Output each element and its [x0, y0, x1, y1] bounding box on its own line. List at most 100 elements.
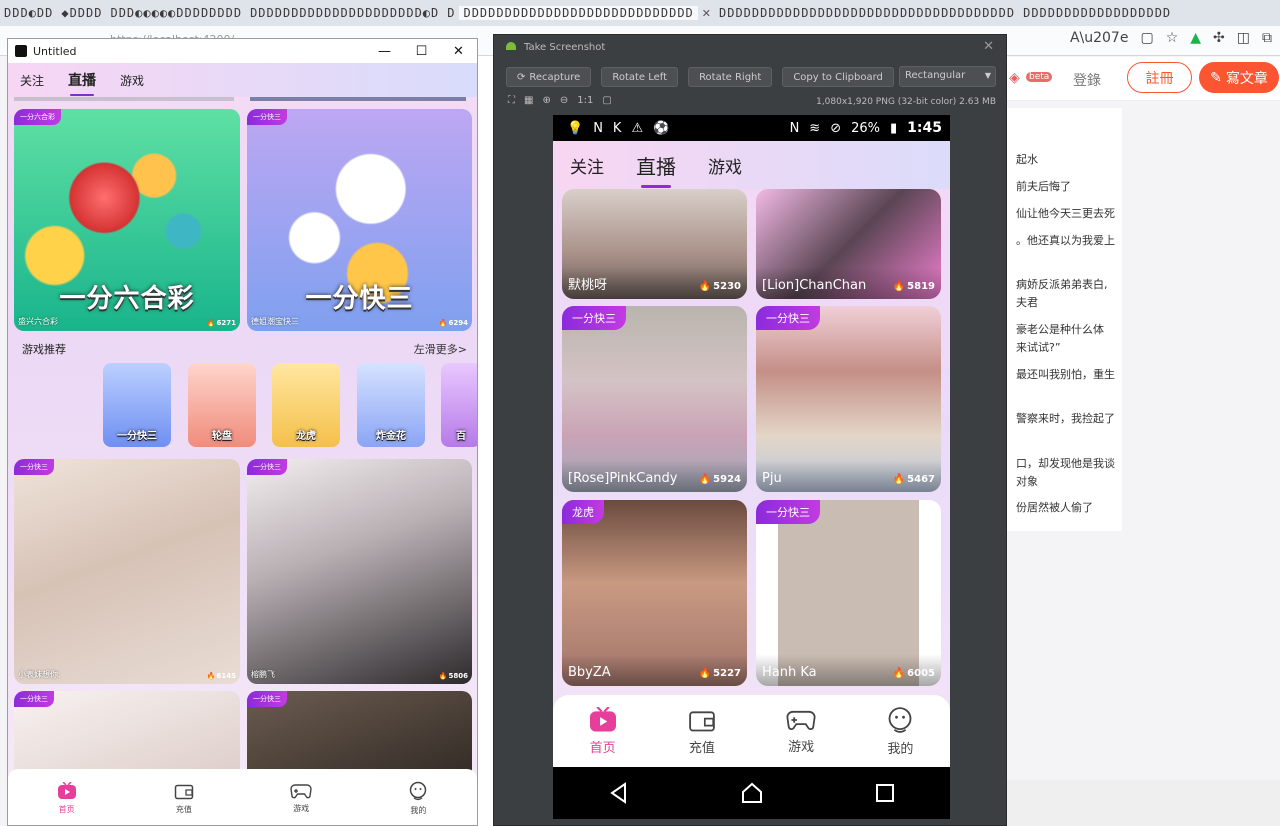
card-host-name: 盛兴六合彩 — [18, 317, 58, 326]
rotate-left-button[interactable]: Rotate Left — [601, 67, 679, 87]
ball-icon: ⚽ — [653, 120, 670, 136]
stream-card[interactable]: 一分快三 Hanh Ka 🔥 6005 — [756, 500, 941, 686]
stream-card[interactable]: [Lion]ChanChan 🔥 5819 — [756, 189, 941, 299]
article-item[interactable]: 夫君 — [1016, 294, 1038, 310]
card-badge: 一分快三 — [756, 306, 820, 330]
swipe-more-link[interactable]: 左滑更多> — [414, 341, 467, 357]
card-host-name: Pju — [762, 471, 782, 486]
card-host-name: 默桃呀 — [568, 278, 608, 293]
browser-tab[interactable]: DDDDDDDDDDDDDDDDDD — [1019, 6, 1175, 20]
article-item[interactable]: 份居然被人偷了 — [1016, 499, 1093, 515]
nav-recharge[interactable]: 充值 — [662, 707, 742, 756]
write-article-button[interactable]: ✎ 寫文章 — [1199, 62, 1279, 93]
card-badge: 一分快三 — [247, 459, 287, 475]
fire-icon: 🔥 — [698, 281, 712, 292]
article-item[interactable]: 口，却发现他是我谈 — [1016, 455, 1115, 471]
featured-card-lottery[interactable]: 一分六合彩 一分六合彩 盛兴六合彩 🔥6271 — [14, 109, 240, 331]
browser-tab[interactable]: DDDDDDDDDDDDDDDDDDDDDDDDDDDDDDDDDDDD — [715, 6, 1019, 20]
card-heat: 🔥 5230 — [698, 281, 741, 292]
bottom-nav: 首页 充值 游戏 我的 — [553, 695, 950, 767]
article-item[interactable]: 前夫后悔了 — [1016, 178, 1071, 194]
smile-user-icon — [888, 706, 912, 733]
article-item[interactable]: 警察来时，我捡起了 — [1016, 410, 1115, 426]
stream-card[interactable]: 一分快三 小表妹想你. 🔥6145 — [14, 459, 240, 684]
game-tile-kuaisan[interactable]: 一分快三 — [103, 363, 171, 447]
tab-close-icon[interactable]: ✕ — [702, 7, 711, 20]
nav-home[interactable]: 首页 — [37, 781, 97, 815]
collections-icon[interactable]: ⧉ — [1262, 30, 1272, 46]
actual-size-icon[interactable]: 1:1 — [577, 95, 593, 106]
rotate-right-button[interactable]: Rotate Right — [688, 67, 773, 87]
article-item[interactable]: 。他还真以为我爱上 — [1016, 232, 1115, 248]
untitled-window: Untitled — ☐ ✕ 关注 直播 游戏 一分六合彩 一分六合彩 盛兴六合… — [7, 38, 478, 826]
game-tile-baccarat[interactable]: 百 — [441, 363, 477, 447]
tv-icon — [57, 781, 76, 799]
close-button[interactable]: ✕ — [440, 44, 477, 59]
recents-icon[interactable] — [875, 783, 895, 803]
frame-select[interactable]: Rectangular ▼ — [899, 66, 996, 87]
stream-card[interactable]: 龙虎 BbyZA 🔥 5227 — [562, 500, 747, 686]
copy-to-clipboard-button[interactable]: Copy to Clipboard — [782, 67, 894, 87]
frame-icon[interactable]: ▢ — [602, 95, 611, 106]
close-button[interactable]: ✕ — [983, 39, 994, 54]
stream-card[interactable]: 一分快三 榕鹏飞 🔥5806 — [247, 459, 472, 684]
favorite-star-icon[interactable]: ☆ — [1166, 30, 1179, 46]
fire-icon: 🔥 — [892, 668, 906, 679]
fit-screen-icon[interactable]: ⛶ — [508, 95, 515, 106]
read-aloud-icon[interactable]: A\u207e — [1070, 30, 1129, 46]
featured-card-dice[interactable]: 一分快三 一分快三 德姐潮宝快三 🔥6294 — [247, 109, 472, 331]
game-tile-golden-flower[interactable]: 炸金花 — [357, 363, 425, 447]
take-screenshot-window: Take Screenshot ✕ ⟳ Recapture Rotate Left… — [493, 34, 1007, 826]
card-badge: 龙虎 — [562, 500, 604, 524]
article-item[interactable]: 豪老公是种什么体 — [1016, 321, 1104, 337]
browser-tab[interactable]: ◆DDDD — [57, 6, 106, 20]
back-icon[interactable] — [608, 782, 630, 804]
tab-live[interactable]: 直播 — [636, 151, 676, 188]
tab-games[interactable]: 游戏 — [708, 153, 742, 178]
browser-tab[interactable]: DDD◐◐◐◐◐DDDDDDDD — [106, 6, 246, 20]
extension-a-icon[interactable]: ▲ — [1190, 30, 1201, 46]
tab-games[interactable]: 游戏 — [120, 72, 144, 89]
stream-card[interactable]: 一分快三 [Rose]PinkCandy 🔥 5924 — [562, 306, 747, 492]
stream-card[interactable]: 默桃呀 🔥 5230 — [562, 189, 747, 299]
browser-tab[interactable]: DDDDDDDDDDDDDDDDDDDDD◐D — [246, 6, 443, 20]
reader-view-icon[interactable]: ▢ — [1140, 30, 1153, 46]
nav-games[interactable]: 游戏 — [271, 783, 331, 814]
article-item[interactable]: 起水 — [1016, 151, 1038, 167]
article-item[interactable]: 对象 — [1016, 473, 1038, 489]
article-item[interactable]: 病娇反派弟弟表白, — [1016, 276, 1108, 292]
game-tile-dragon-tiger[interactable]: 龙虎 — [272, 363, 340, 447]
tab-live[interactable]: 直播 — [68, 70, 96, 96]
split-screen-icon[interactable]: ◫ — [1237, 30, 1250, 46]
section-title: 游戏推荐 — [22, 343, 66, 356]
nav-mine[interactable]: 我的 — [388, 781, 448, 816]
login-link[interactable]: 登錄 — [1073, 70, 1101, 90]
register-button[interactable]: 註冊 — [1127, 62, 1192, 93]
extensions-icon[interactable]: ✣ — [1213, 30, 1225, 46]
gamepad-icon — [290, 783, 312, 798]
article-item[interactable]: 最还叫我别怕，重生 — [1016, 366, 1115, 382]
nav-home[interactable]: 首页 — [563, 706, 643, 756]
maximize-button[interactable]: ☐ — [403, 44, 440, 59]
nav-games[interactable]: 游戏 — [761, 708, 841, 755]
article-item[interactable]: 来试试?” — [1016, 339, 1061, 355]
recapture-button[interactable]: ⟳ Recapture — [506, 67, 592, 87]
card-heat: 🔥 6005 — [892, 668, 935, 679]
nav-mine[interactable]: 我的 — [860, 706, 940, 757]
game-tile-roulette[interactable]: 轮盘 — [188, 363, 256, 447]
zoom-in-icon[interactable]: ⊕ — [542, 95, 550, 106]
browser-tab[interactable]: DDD◐DD — [0, 6, 57, 20]
browser-tab-active[interactable]: DDDDDDDDDDDDDDDDDDDDDDDDDDDD — [459, 6, 698, 20]
tab-follow[interactable]: 关注 — [570, 153, 604, 178]
minimize-button[interactable]: — — [366, 44, 403, 59]
zoom-out-icon[interactable]: ⊖ — [560, 95, 568, 106]
tab-follow[interactable]: 关注 — [20, 72, 44, 89]
home-icon[interactable] — [740, 782, 764, 804]
stream-card[interactable]: 一分快三 Pju 🔥 5467 — [756, 306, 941, 492]
card-heat: 🔥 5924 — [698, 474, 741, 485]
article-item[interactable]: 仙让他今天三更去死 — [1016, 205, 1115, 221]
nav-recharge[interactable]: 充值 — [154, 782, 214, 815]
grid-icon[interactable]: ▦ — [524, 95, 533, 106]
fire-icon: 🔥 — [698, 474, 712, 485]
browser-tab[interactable]: D — [443, 6, 459, 20]
